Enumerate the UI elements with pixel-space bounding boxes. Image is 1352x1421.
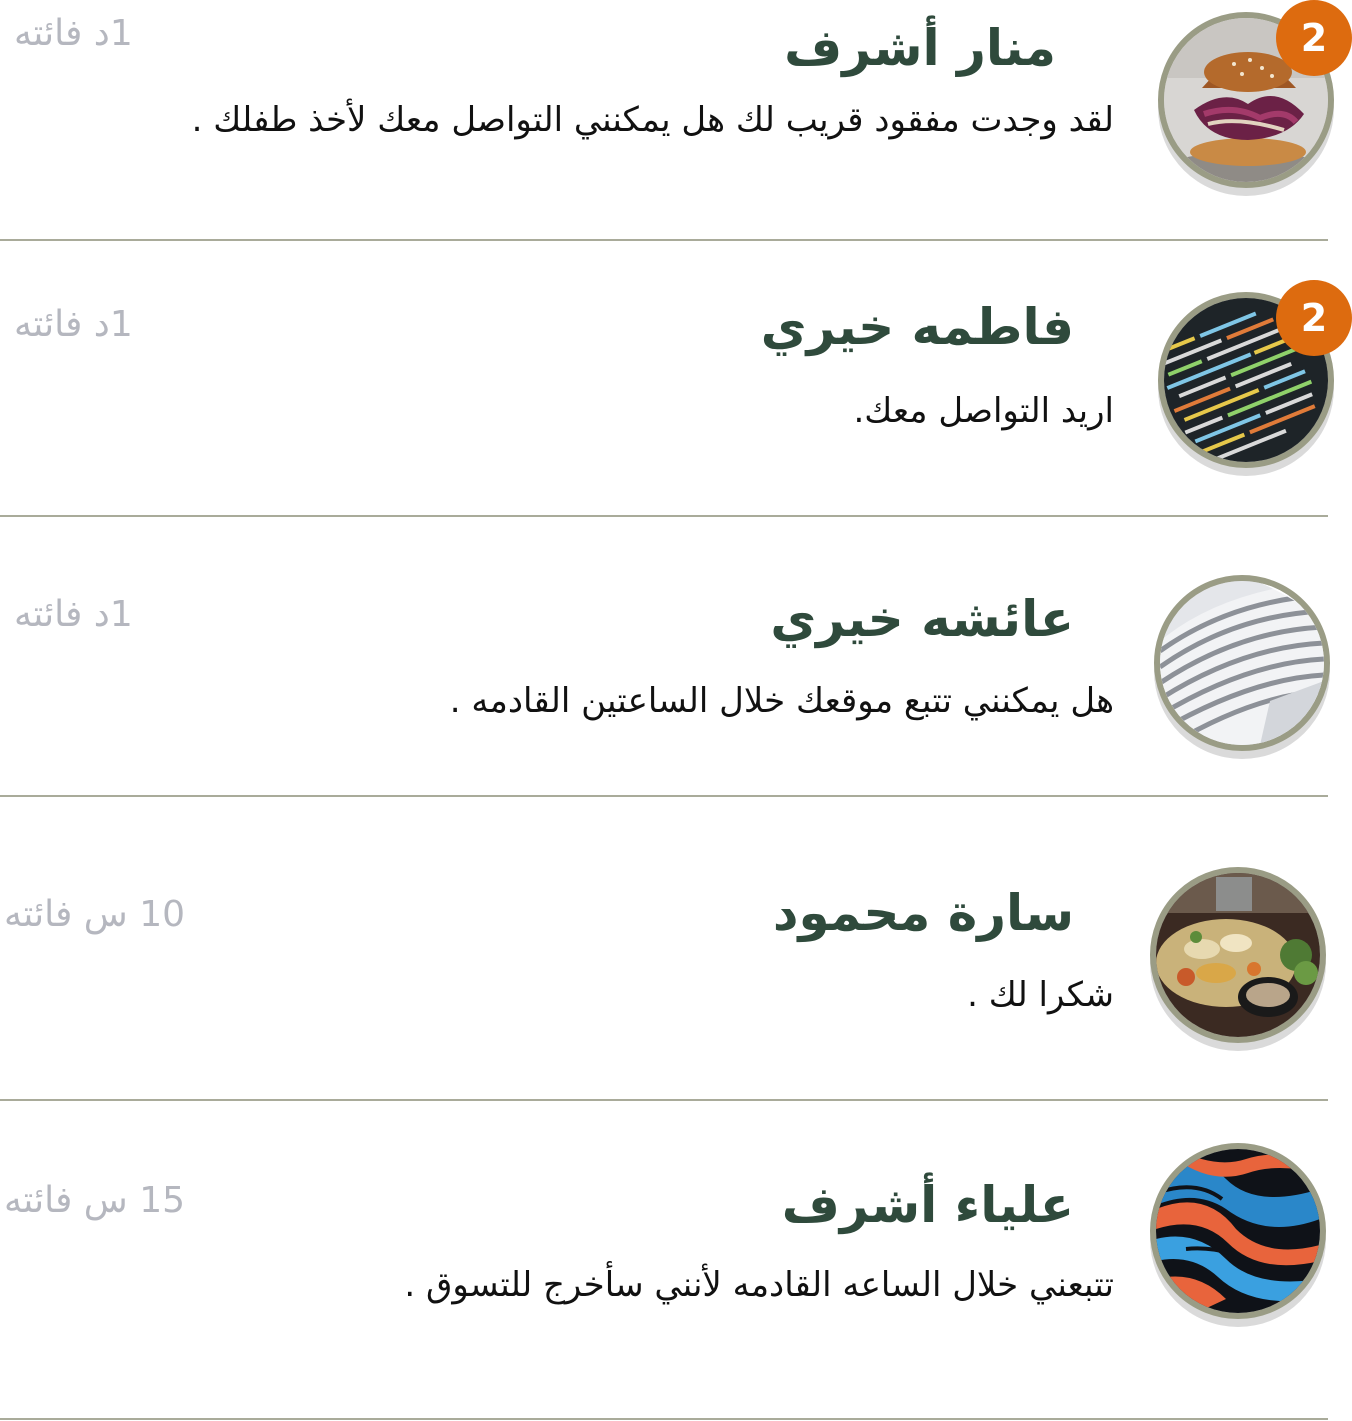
contact-name: منار أشرف xyxy=(784,19,1056,77)
message-preview: شكرا لك . xyxy=(967,975,1114,1015)
message-preview: لقد وجدت مفقود قريب لك هل يمكنني التواصل… xyxy=(191,100,1114,140)
contact-name: فاطمه خيري xyxy=(760,298,1074,356)
food-plate-photo xyxy=(1156,873,1320,1037)
timestamp: 15 س فائته xyxy=(4,1180,186,1221)
avatar xyxy=(1154,575,1330,751)
conversation-item[interactable]: عائشه خيري هل يمكنني تتبع موقعك خلال الس… xyxy=(0,517,1352,795)
unread-count-badge: 2 xyxy=(1276,280,1352,356)
contact-name: عائشه خيري xyxy=(770,590,1074,648)
timestamp: 1د فائته xyxy=(14,594,133,635)
conversation-list: منار أشرف لقد وجدت مفقود قريب لك هل يمكن… xyxy=(0,0,1352,1421)
avatar xyxy=(1150,1143,1326,1319)
abstract-paint-photo xyxy=(1156,1149,1320,1313)
conversation-item[interactable]: سارة محمود شكرا لك . 10 س فائته xyxy=(0,797,1352,1099)
conversation-item[interactable]: فاطمه خيري اريد التواصل معك. 1د فائته 2 xyxy=(0,241,1352,515)
avatar xyxy=(1150,867,1326,1043)
conversation-item[interactable]: علياء أشرف تتبعني خلال الساعه القادمه لأ… xyxy=(0,1101,1352,1419)
divider xyxy=(0,1418,1328,1420)
conversation-item[interactable]: منار أشرف لقد وجدت مفقود قريب لك هل يمكن… xyxy=(0,0,1352,240)
message-preview: اريد التواصل معك. xyxy=(853,391,1114,431)
message-preview: هل يمكنني تتبع موقعك خلال الساعتين القاد… xyxy=(449,681,1114,721)
unread-count-badge: 2 xyxy=(1276,0,1352,76)
contact-name: علياء أشرف xyxy=(781,1176,1074,1234)
architecture-photo xyxy=(1160,581,1324,745)
message-preview: تتبعني خلال الساعه القادمه لأنني سأخرج ل… xyxy=(404,1265,1114,1305)
timestamp: 1د فائته xyxy=(14,304,133,345)
contact-name: سارة محمود xyxy=(772,884,1074,942)
timestamp: 10 س فائته xyxy=(4,894,186,935)
timestamp: 1د فائته xyxy=(14,13,133,54)
